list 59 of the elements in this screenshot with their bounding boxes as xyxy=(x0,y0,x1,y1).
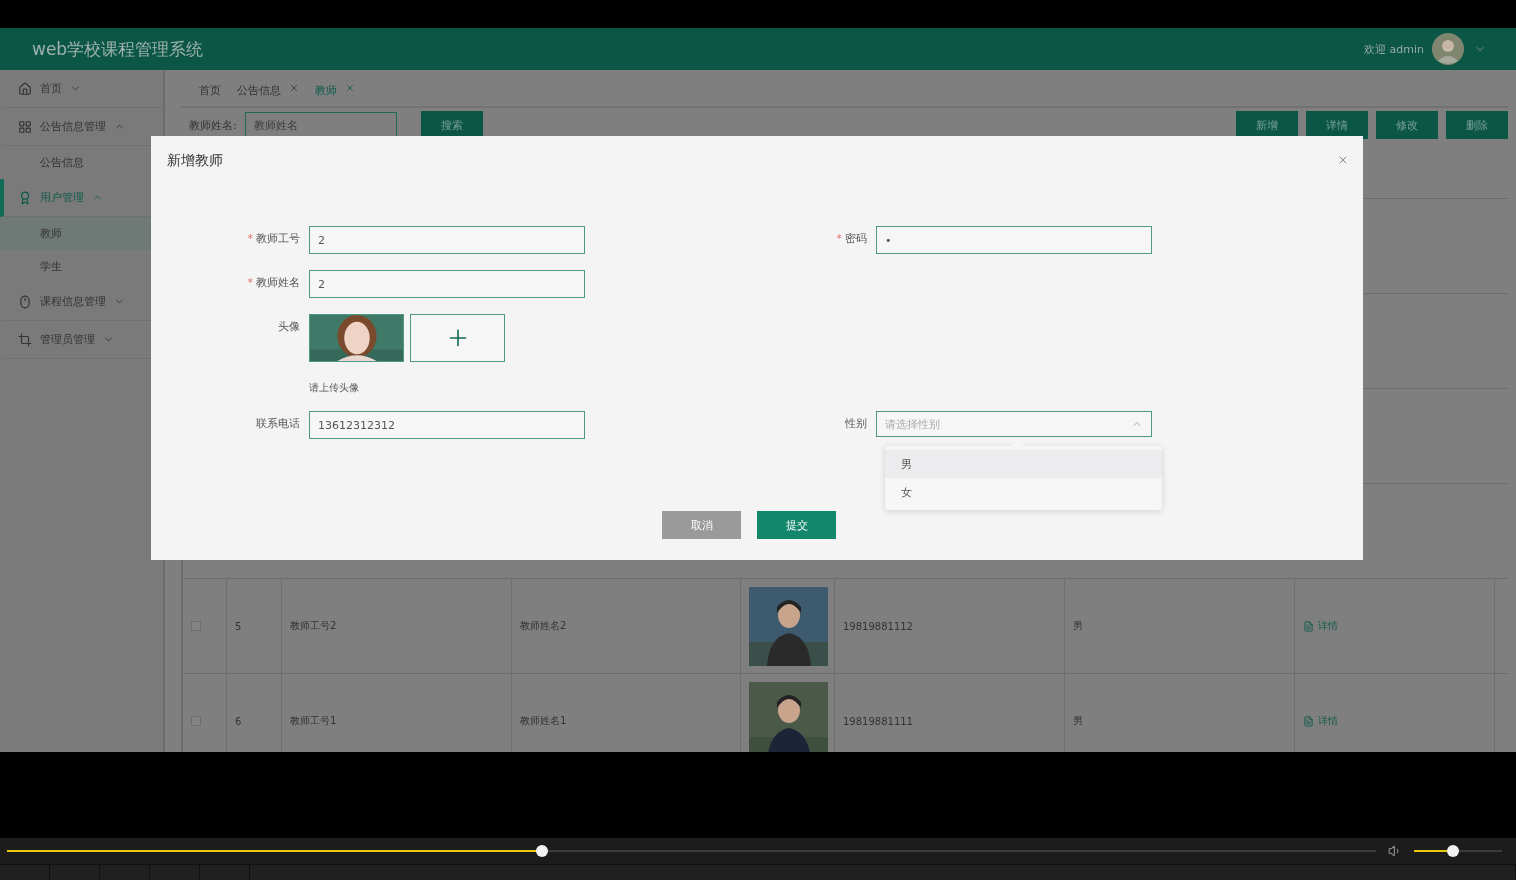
search-label: 教师姓名: xyxy=(189,117,237,133)
close-icon[interactable] xyxy=(289,83,299,93)
upload-hint: 请上传头像 xyxy=(309,381,360,395)
table-cell: 5 xyxy=(235,620,242,632)
table-cell: 19819881112 xyxy=(843,620,913,632)
tab[interactable]: 首页 xyxy=(199,83,221,98)
table-cell: 教师姓名2 xyxy=(520,619,567,633)
upload-button[interactable] xyxy=(410,314,505,362)
close-button[interactable] xyxy=(1337,154,1349,166)
mouse-icon xyxy=(18,294,32,309)
dialog-title: 新增教师 xyxy=(167,152,223,170)
document-icon xyxy=(1303,715,1314,727)
action-button[interactable]: 修改 xyxy=(1376,111,1438,139)
tab[interactable]: 教师 xyxy=(315,83,355,98)
action-button[interactable]: 删除 xyxy=(1446,111,1508,139)
app-title: web学校课程管理系统 xyxy=(32,37,205,61)
field-label: 教师姓名 xyxy=(256,276,300,289)
volume-thumb[interactable] xyxy=(1447,845,1460,857)
field-label: 头像 xyxy=(278,320,300,333)
search-field[interactable]: 教师姓名 xyxy=(244,112,397,138)
required-mark: * xyxy=(247,276,253,289)
text-field[interactable]: 2 xyxy=(309,226,585,254)
table-cell: 教师姓名1 xyxy=(520,714,567,728)
text-field[interactable]: • xyxy=(876,226,1152,254)
table-cell: 6 xyxy=(235,715,242,727)
grid-icon xyxy=(18,119,32,134)
progress-thumb[interactable] xyxy=(536,845,549,857)
home-icon xyxy=(18,81,32,96)
table-cell: 男 xyxy=(1073,714,1083,728)
dropdown-option[interactable]: 男 xyxy=(885,450,1162,478)
required-mark: * xyxy=(247,232,253,245)
welcome-text: 欢迎 admin xyxy=(1364,41,1424,57)
detail-link[interactable]: 详情 xyxy=(1303,714,1338,728)
required-mark: * xyxy=(836,232,842,245)
detail-link[interactable]: 详情 xyxy=(1303,619,1338,633)
field-label: 教师工号 xyxy=(256,232,300,245)
action-button[interactable]: 详情 xyxy=(1306,111,1368,139)
close-icon[interactable] xyxy=(345,83,355,93)
text-field[interactable]: 13612312312 xyxy=(309,411,585,439)
table-cell: 教师工号2 xyxy=(290,619,337,633)
table-cell: 男 xyxy=(1073,619,1083,633)
cancel-button[interactable]: 取消 xyxy=(662,511,741,539)
crop-icon xyxy=(18,332,32,347)
action-button[interactable]: 新增 xyxy=(1236,111,1298,139)
field-label: 联系电话 xyxy=(256,417,300,430)
gender-select[interactable]: 请选择性别 xyxy=(876,411,1152,437)
table-cell: 19819881111 xyxy=(843,715,913,727)
tab[interactable]: 公告信息 xyxy=(237,83,299,98)
sidebar-item[interactable]: 首页 xyxy=(0,70,163,108)
search-button[interactable]: 搜索 xyxy=(420,111,483,139)
dropdown-option[interactable]: 女 xyxy=(885,478,1162,506)
field-label: 性别 xyxy=(845,417,867,430)
submit-button[interactable]: 提交 xyxy=(757,511,836,539)
text-field[interactable]: 2 xyxy=(309,270,585,298)
document-icon xyxy=(1303,620,1314,632)
field-label: 密码 xyxy=(845,232,867,245)
user-avatar[interactable] xyxy=(1432,33,1464,65)
award-icon xyxy=(18,190,32,205)
table-cell: 教师工号1 xyxy=(290,714,337,728)
